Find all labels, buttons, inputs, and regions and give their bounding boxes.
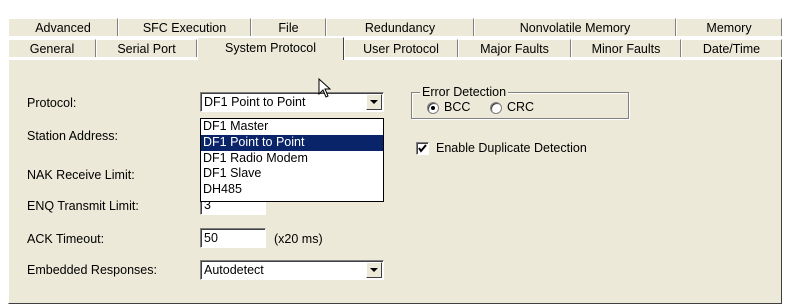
- embedded-responses-dropdown-button[interactable]: [366, 262, 382, 278]
- crc-radio[interactable]: [490, 102, 502, 114]
- protocol-option-df1-radio-modem[interactable]: DF1 Radio Modem: [201, 151, 383, 167]
- nak-receive-limit-label: NAK Receive Limit:: [27, 168, 135, 182]
- tab-user-protocol[interactable]: User Protocol: [344, 39, 458, 57]
- tab-serial-port[interactable]: Serial Port: [96, 39, 197, 57]
- embedded-responses-label: Embedded Responses:: [27, 263, 157, 277]
- protocol-label: Protocol:: [27, 96, 77, 110]
- tab-nonvolatile-memory[interactable]: Nonvolatile Memory: [474, 18, 676, 36]
- protocol-dropdown-button[interactable]: [366, 94, 382, 110]
- tab-redundancy[interactable]: Redundancy: [326, 18, 474, 36]
- radio-selected-dot: [431, 106, 435, 110]
- ack-timeout-unit: (x20 ms): [274, 232, 323, 246]
- checkmark-icon: [418, 144, 427, 153]
- protocol-select-value: DF1 Point to Point: [204, 95, 306, 109]
- tab-general[interactable]: General: [8, 39, 96, 57]
- embedded-responses-value: Autodetect: [204, 263, 264, 277]
- tab-system-protocol[interactable]: System Protocol: [197, 37, 344, 60]
- tab-date-time[interactable]: Date/Time: [681, 39, 782, 57]
- ack-timeout-input[interactable]: 50: [200, 228, 266, 248]
- embedded-responses-select[interactable]: Autodetect: [200, 260, 384, 280]
- tab-minor-faults[interactable]: Minor Faults: [571, 39, 681, 57]
- crc-label[interactable]: CRC: [507, 100, 534, 114]
- protocol-option-df1-master[interactable]: DF1 Master: [201, 119, 383, 135]
- protocol-option-df1-slave[interactable]: DF1 Slave: [201, 166, 383, 182]
- mouse-pointer-icon: [318, 78, 331, 98]
- chevron-down-icon: [370, 100, 378, 104]
- protocol-option-df1-point-to-point[interactable]: DF1 Point to Point: [201, 134, 383, 151]
- error-detection-legend: Error Detection: [420, 85, 509, 99]
- bcc-label[interactable]: BCC: [444, 100, 470, 114]
- system-protocol-panel: Protocol: DF1 Point to Point DF1 Master …: [8, 59, 782, 304]
- ack-timeout-value: 50: [204, 231, 218, 245]
- station-address-label: Station Address:: [27, 129, 119, 143]
- enable-duplicate-detection-label[interactable]: Enable Duplicate Detection: [436, 141, 587, 155]
- enq-transmit-limit-label: ENQ Transmit Limit:: [27, 199, 139, 213]
- ack-timeout-label: ACK Timeout:: [27, 232, 105, 246]
- chevron-down-icon: [370, 268, 378, 272]
- tab-major-faults[interactable]: Major Faults: [458, 39, 571, 57]
- tab-file[interactable]: File: [251, 18, 326, 36]
- tab-memory[interactable]: Memory: [676, 18, 782, 36]
- protocol-select[interactable]: DF1 Point to Point: [200, 92, 384, 112]
- tab-advanced[interactable]: Advanced: [8, 18, 118, 36]
- enable-duplicate-detection-checkbox[interactable]: [416, 142, 429, 155]
- tab-sfc-execution[interactable]: SFC Execution: [118, 18, 251, 36]
- protocol-option-dh485[interactable]: DH485: [201, 182, 383, 198]
- protocol-dropdown-list: DF1 Master DF1 Point to Point DF1 Radio …: [200, 118, 384, 202]
- bcc-radio[interactable]: [427, 102, 439, 114]
